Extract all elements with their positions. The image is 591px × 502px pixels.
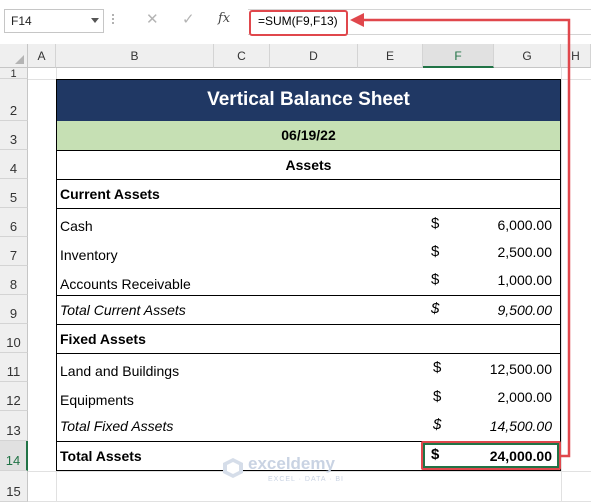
row-number: 8 [9, 277, 18, 292]
land-buildings-dollar: $ [433, 359, 442, 376]
column-header-e[interactable]: E [358, 44, 423, 68]
divider [56, 179, 561, 180]
formula-bar: F14 ✕ ✓ fx =SUM(F9,F13) [0, 0, 591, 42]
row-header-5[interactable]: 5 [0, 179, 28, 208]
column-header-g[interactable]: G [494, 44, 561, 68]
total-current-assets-label[interactable]: Total Current Assets [60, 302, 186, 318]
watermark-tagline: EXCEL · DATA · BI [268, 476, 344, 483]
divider [56, 324, 561, 325]
row-header-12[interactable]: 12 [0, 382, 28, 411]
row-header-9[interactable]: 9 [0, 295, 28, 324]
column-header-h[interactable]: H [561, 44, 591, 68]
select-all-corner[interactable] [0, 44, 28, 68]
row-number: 4 [9, 161, 18, 176]
watermark-text: exceldemy [248, 454, 335, 473]
inventory-label[interactable]: Inventory [60, 247, 118, 263]
row-header-13[interactable]: 13 [0, 411, 28, 441]
row-header-3[interactable]: 3 [0, 121, 28, 150]
row-header-14[interactable]: 14 [0, 441, 28, 471]
row-number: 15 [6, 484, 21, 499]
inventory-dollar: $ [431, 243, 440, 260]
accounts-receivable-label[interactable]: Accounts Receivable [60, 276, 191, 292]
total-fixed-assets-label[interactable]: Total Fixed Assets [60, 418, 173, 434]
insert-function-icon[interactable]: fx [218, 11, 230, 26]
row-number: 6 [9, 219, 18, 234]
row-number: 9 [9, 306, 18, 321]
cash-dollar: $ [431, 215, 440, 232]
column-header-a[interactable]: A [28, 44, 56, 68]
total-fixed-assets-dollar: $ [433, 416, 442, 433]
divider [56, 353, 561, 354]
enter-icon[interactable]: ✓ [182, 10, 195, 28]
cancel-icon[interactable]: ✕ [146, 10, 159, 28]
land-buildings-label[interactable]: Land and Buildings [60, 363, 179, 379]
total-highlight-box [421, 441, 561, 470]
accounts-receivable-value[interactable]: 1,000.00 [480, 272, 553, 288]
exceldemy-logo-icon [223, 458, 243, 478]
land-buildings-value[interactable]: 12,500.00 [470, 361, 552, 377]
inventory-value[interactable]: 2,500.00 [480, 244, 553, 260]
total-current-assets-dollar: $ [431, 300, 440, 317]
row-number: 2 [9, 103, 18, 118]
row-number: 12 [6, 393, 21, 408]
equipments-value[interactable]: 2,000.00 [470, 389, 553, 405]
gridline [561, 68, 562, 502]
row-header-1[interactable]: 1 [0, 68, 28, 80]
formula-text[interactable]: =SUM(F9,F13) [258, 14, 338, 28]
row-number: 10 [6, 335, 21, 350]
total-current-assets-value[interactable]: 9,500.00 [480, 302, 553, 318]
column-header-c[interactable]: C [214, 44, 270, 68]
column-header-f[interactable]: F [423, 44, 494, 68]
name-box-value: F14 [11, 14, 32, 28]
total-assets-label[interactable]: Total Assets [60, 448, 142, 464]
row-header-4[interactable]: 4 [0, 150, 28, 179]
row-header-2[interactable]: 2 [0, 79, 28, 121]
row-number: 3 [9, 132, 18, 147]
total-fixed-assets-value[interactable]: 14,500.00 [470, 418, 552, 434]
equipments-dollar: $ [433, 388, 442, 405]
drag-handle-icon[interactable] [112, 14, 114, 28]
accounts-receivable-dollar: $ [431, 271, 440, 288]
row-header-15[interactable]: 15 [0, 471, 28, 502]
row-number: 13 [6, 423, 21, 438]
row-number: 5 [9, 190, 18, 205]
divider [56, 295, 561, 296]
row-header-7[interactable]: 7 [0, 237, 28, 266]
column-header-d[interactable]: D [270, 44, 358, 68]
row-number: 7 [9, 248, 18, 263]
row-number: 14 [5, 453, 21, 468]
name-box[interactable]: F14 [4, 9, 104, 33]
fixed-assets-header[interactable]: Fixed Assets [60, 331, 146, 347]
divider [56, 208, 561, 209]
divider [56, 150, 561, 151]
row-header-10[interactable]: 10 [0, 324, 28, 353]
row-header-6[interactable]: 6 [0, 208, 28, 237]
column-header-b[interactable]: B [56, 44, 214, 68]
row-number: 11 [6, 364, 21, 379]
row-header-11[interactable]: 11 [0, 353, 28, 382]
current-assets-header[interactable]: Current Assets [60, 186, 160, 202]
cash-value[interactable]: 6,000.00 [480, 217, 553, 233]
cash-label[interactable]: Cash [60, 218, 93, 234]
assets-section-title[interactable]: Assets [56, 157, 561, 173]
equipments-label[interactable]: Equipments [60, 392, 134, 408]
chevron-down-icon[interactable] [91, 18, 99, 23]
row-header-8[interactable]: 8 [0, 266, 28, 295]
